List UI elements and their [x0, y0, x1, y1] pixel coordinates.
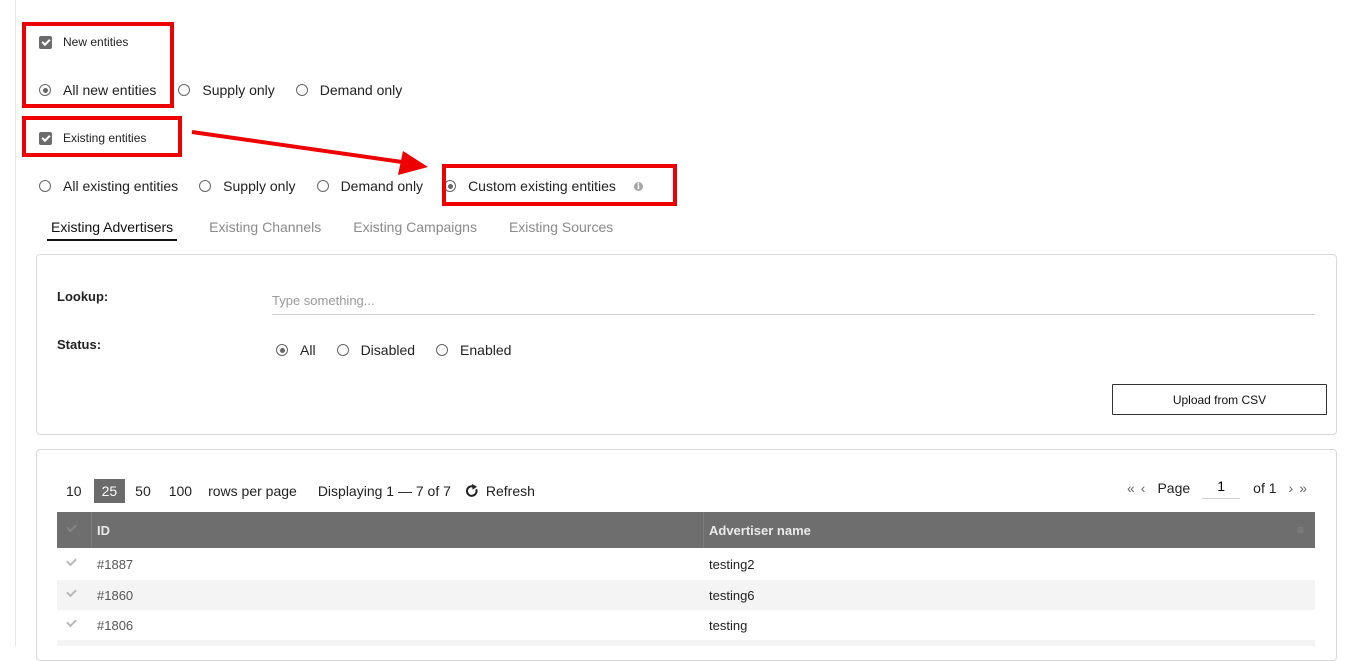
- lookup-label: Lookup:: [57, 289, 109, 304]
- row-id: #1806: [97, 618, 134, 633]
- row-check-icon[interactable]: [66, 616, 77, 628]
- column-divider: [91, 512, 92, 548]
- tab-existing-channels[interactable]: Existing Channels: [209, 219, 321, 241]
- column-header-id[interactable]: ID: [97, 523, 110, 538]
- radio-status-all[interactable]: All: [276, 342, 316, 358]
- page-size-10[interactable]: 10: [58, 479, 90, 503]
- tab-existing-campaigns[interactable]: Existing Campaigns: [353, 219, 477, 241]
- row-advertiser-name: testing6: [709, 588, 755, 603]
- page-label: Page: [1157, 480, 1191, 496]
- lookup-input[interactable]: [272, 293, 1315, 315]
- page-size-100[interactable]: 100: [161, 479, 200, 503]
- row-check-icon[interactable]: [66, 586, 77, 598]
- last-page-icon[interactable]: »: [1299, 480, 1307, 496]
- radio-status-enabled[interactable]: Enabled: [436, 342, 511, 358]
- displaying-count: Displaying 1 — 7 of 7: [317, 483, 451, 499]
- radio-selected-icon: [276, 344, 288, 356]
- refresh-button[interactable]: Refresh: [465, 483, 535, 499]
- column-menu-icon[interactable]: ≡: [1297, 523, 1304, 537]
- prev-page-icon[interactable]: ‹: [1141, 480, 1146, 496]
- column-divider: [703, 512, 704, 548]
- table-row[interactable]: #1860 testing6: [57, 580, 1315, 610]
- radio-icon: [336, 344, 349, 356]
- upload-csv-button[interactable]: Upload from CSV: [1112, 384, 1327, 415]
- table-row[interactable]: #1806 testing: [57, 610, 1315, 640]
- row-check-icon[interactable]: [66, 555, 77, 567]
- row-id: #1860: [97, 588, 134, 603]
- radio-status-disabled[interactable]: Disabled: [336, 342, 415, 358]
- entity-tabs: Existing Advertisers Existing Channels E…: [47, 219, 645, 241]
- page-total: of 1: [1253, 480, 1277, 496]
- refresh-icon: [465, 484, 478, 497]
- row-advertiser-name: testing2: [709, 557, 755, 572]
- page-size-50[interactable]: 50: [127, 479, 159, 503]
- tab-existing-sources[interactable]: Existing Sources: [509, 219, 613, 241]
- status-label: Status:: [57, 337, 102, 352]
- next-page-icon[interactable]: ›: [1289, 480, 1294, 496]
- first-page-icon[interactable]: «: [1127, 480, 1135, 496]
- select-all-check-icon[interactable]: [66, 521, 77, 533]
- column-header-advertiser-name[interactable]: Advertiser name: [709, 523, 811, 538]
- row-advertiser-name: testing: [709, 618, 748, 633]
- page-number-input[interactable]: [1202, 477, 1241, 499]
- page-size-selector: 10 25 50 100 rows per page Displaying 1 …: [58, 479, 535, 503]
- page-size-25[interactable]: 25: [93, 479, 126, 503]
- table-row[interactable]: #1887 testing2: [57, 549, 1315, 579]
- row-id: #1887: [97, 557, 134, 572]
- table-row-partial: [57, 640, 1315, 646]
- rows-per-page-label: rows per page: [208, 483, 297, 499]
- radio-icon: [436, 344, 449, 356]
- grid-header: ID Advertiser name ≡: [57, 512, 1315, 548]
- page-navigator: « ‹ Page of 1 › »: [1127, 477, 1307, 499]
- status-radio-group: All Disabled Enabled: [276, 342, 511, 358]
- tab-existing-advertisers[interactable]: Existing Advertisers: [47, 219, 178, 241]
